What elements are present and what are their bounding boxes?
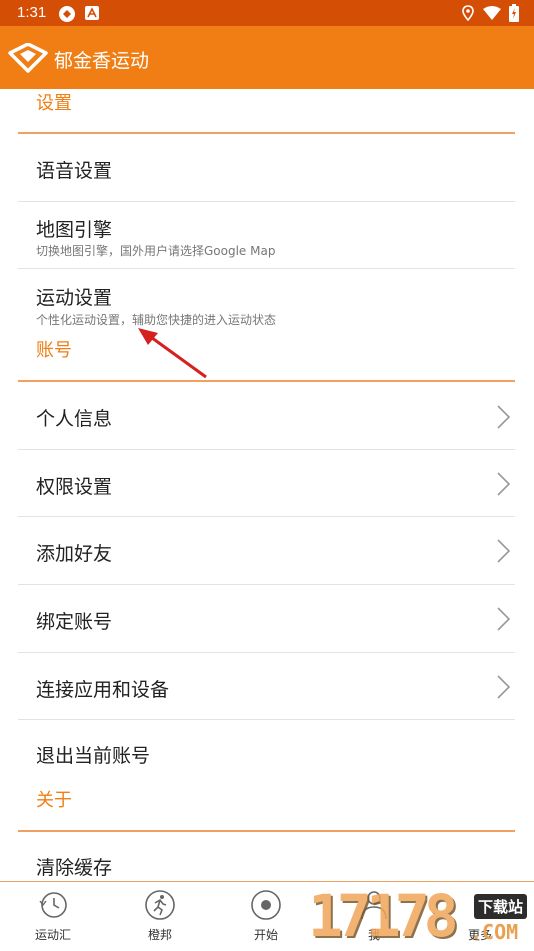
annotation-arrow-icon [138, 328, 207, 379]
chevron-right-icon [497, 607, 511, 631]
status-time: 1:31 [17, 4, 47, 21]
watermark-logo: 17178 下载站 .COM [306, 882, 534, 950]
nav-label: 运动汇 [34, 928, 71, 942]
record-icon [251, 890, 281, 920]
account-item-logout[interactable]: 退出当前账号 [0, 720, 534, 780]
account-item-add-friend[interactable]: 添加好友 [0, 517, 534, 584]
wifi-icon [483, 6, 501, 20]
account-item-permissions[interactable]: 权限设置 [0, 450, 534, 517]
section-title-settings: 设置 [36, 93, 72, 114]
about-item-clear-cache[interactable]: 清除缓存 [0, 832, 534, 881]
settings-item-sport[interactable]: 运动设置 个性化运动设置，辅助您快捷的进入运动状态 [0, 269, 534, 333]
location-icon [462, 5, 474, 21]
app-title: 郁金香运动 [54, 50, 150, 72]
settings-list[interactable]: 设置 语音设置 地图引擎 切换地图引擎，国外用户请选择Google Map 运动… [0, 89, 534, 881]
item-label: 清除缓存 [36, 857, 113, 879]
account-item-profile[interactable]: 个人信息 [0, 382, 534, 449]
runner-icon [145, 890, 175, 920]
item-label: 运动设置 [36, 287, 113, 309]
nav-item-orange-club[interactable]: 橙邦 [110, 882, 210, 951]
notification-a-icon [85, 6, 99, 20]
sync-icon [59, 6, 75, 22]
nav-label: 橙邦 [147, 928, 172, 942]
battery-icon [509, 4, 519, 22]
nav-label: 开始 [253, 928, 278, 942]
chevron-right-icon [497, 675, 511, 699]
section-title-account: 账号 [36, 340, 72, 361]
item-label: 绑定账号 [36, 611, 113, 633]
chevron-right-icon [497, 472, 511, 496]
account-item-connect-devices[interactable]: 连接应用和设备 [0, 653, 534, 720]
nav-item-start[interactable]: 开始 [216, 882, 316, 951]
chevron-right-icon [497, 539, 511, 563]
item-label: 地图引擎 [36, 219, 113, 241]
watermark-number: 17178 [308, 882, 459, 950]
status-bar: 1:31 [0, 0, 534, 26]
watermark-site: 下载站 [474, 894, 528, 919]
section-title-about: 关于 [36, 790, 72, 811]
item-label: 个人信息 [36, 408, 113, 430]
item-label: 语音设置 [36, 160, 113, 182]
clock-icon [39, 892, 67, 918]
chevron-right-icon [497, 405, 511, 429]
item-label: 权限设置 [36, 476, 113, 498]
settings-item-voice[interactable]: 语音设置 [0, 134, 534, 201]
app-logo-icon [8, 43, 48, 73]
watermark-domain: .COM [470, 920, 519, 944]
account-item-bind-account[interactable]: 绑定账号 [0, 585, 534, 652]
app-bar: 郁金香运动 [0, 26, 534, 89]
item-label: 连接应用和设备 [36, 679, 170, 701]
settings-item-map-engine[interactable]: 地图引擎 切换地图引擎，国外用户请选择Google Map [0, 202, 534, 268]
item-subtitle: 切换地图引擎，国外用户请选择Google Map [36, 244, 276, 258]
nav-item-sport-hub[interactable]: 运动汇 [3, 882, 103, 951]
item-label: 添加好友 [36, 543, 113, 565]
item-label: 退出当前账号 [36, 745, 151, 767]
